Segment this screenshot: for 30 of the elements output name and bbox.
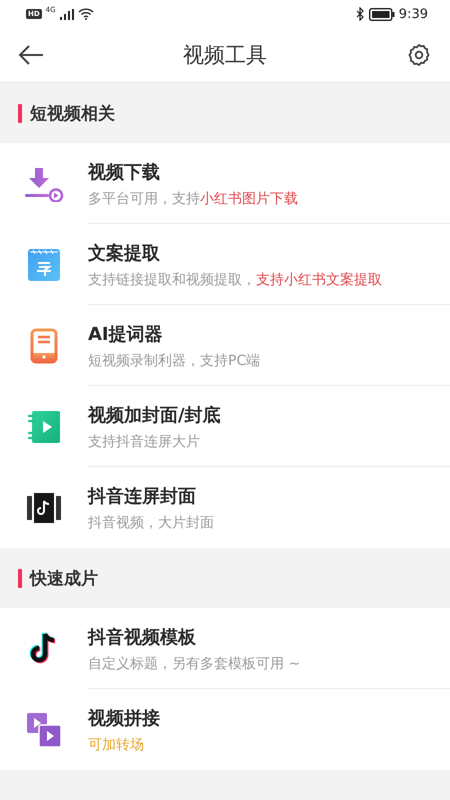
tool-title[interactable]: 抖音连屏封面 bbox=[88, 484, 450, 508]
tool-description: 可加转场 bbox=[88, 736, 145, 754]
tool-description: 抖音视频，大片封面 bbox=[88, 514, 215, 532]
section-marker bbox=[18, 104, 22, 122]
video-book-icon bbox=[26, 408, 62, 444]
tool-description: 多平台可用，支持小红书图片下载 bbox=[88, 190, 299, 208]
page-title: 视频工具 bbox=[183, 42, 267, 69]
wifi-icon bbox=[78, 8, 94, 20]
section-title: 短视频相关 bbox=[30, 102, 115, 124]
caption-icon bbox=[27, 248, 61, 282]
tool-title[interactable]: 视频加封面/封底 bbox=[88, 403, 450, 427]
video-merge-icon bbox=[26, 712, 62, 748]
signal-icon bbox=[60, 8, 74, 20]
clock-time: 9:39 bbox=[398, 6, 428, 22]
tool-title[interactable]: 视频下载 bbox=[88, 160, 450, 184]
tool-title[interactable]: 文案提取 bbox=[88, 241, 450, 265]
section-title: 快速成片 bbox=[30, 568, 98, 590]
section-marker bbox=[18, 568, 22, 588]
tool-description: 自定义标题，另有多套模板可用 ~ bbox=[88, 655, 302, 673]
tablet-icon bbox=[30, 328, 58, 364]
tool-description: 支持抖音连屏大片 bbox=[88, 433, 201, 451]
tool-title[interactable]: 视频拼接 bbox=[88, 706, 450, 730]
battery-icon bbox=[368, 8, 395, 20]
download-icon bbox=[24, 166, 64, 202]
tool-title[interactable]: AI提词器 bbox=[88, 322, 450, 346]
music-note-icon bbox=[26, 492, 62, 524]
bluetooth-icon bbox=[356, 7, 365, 21]
tool-title[interactable]: 抖音视频模板 bbox=[88, 625, 450, 649]
tool-description: 短视频录制利器，支持PC端 bbox=[88, 352, 262, 370]
tool-description: 支持链接提取和视频提取，支持小红书文案提取 bbox=[88, 271, 383, 289]
